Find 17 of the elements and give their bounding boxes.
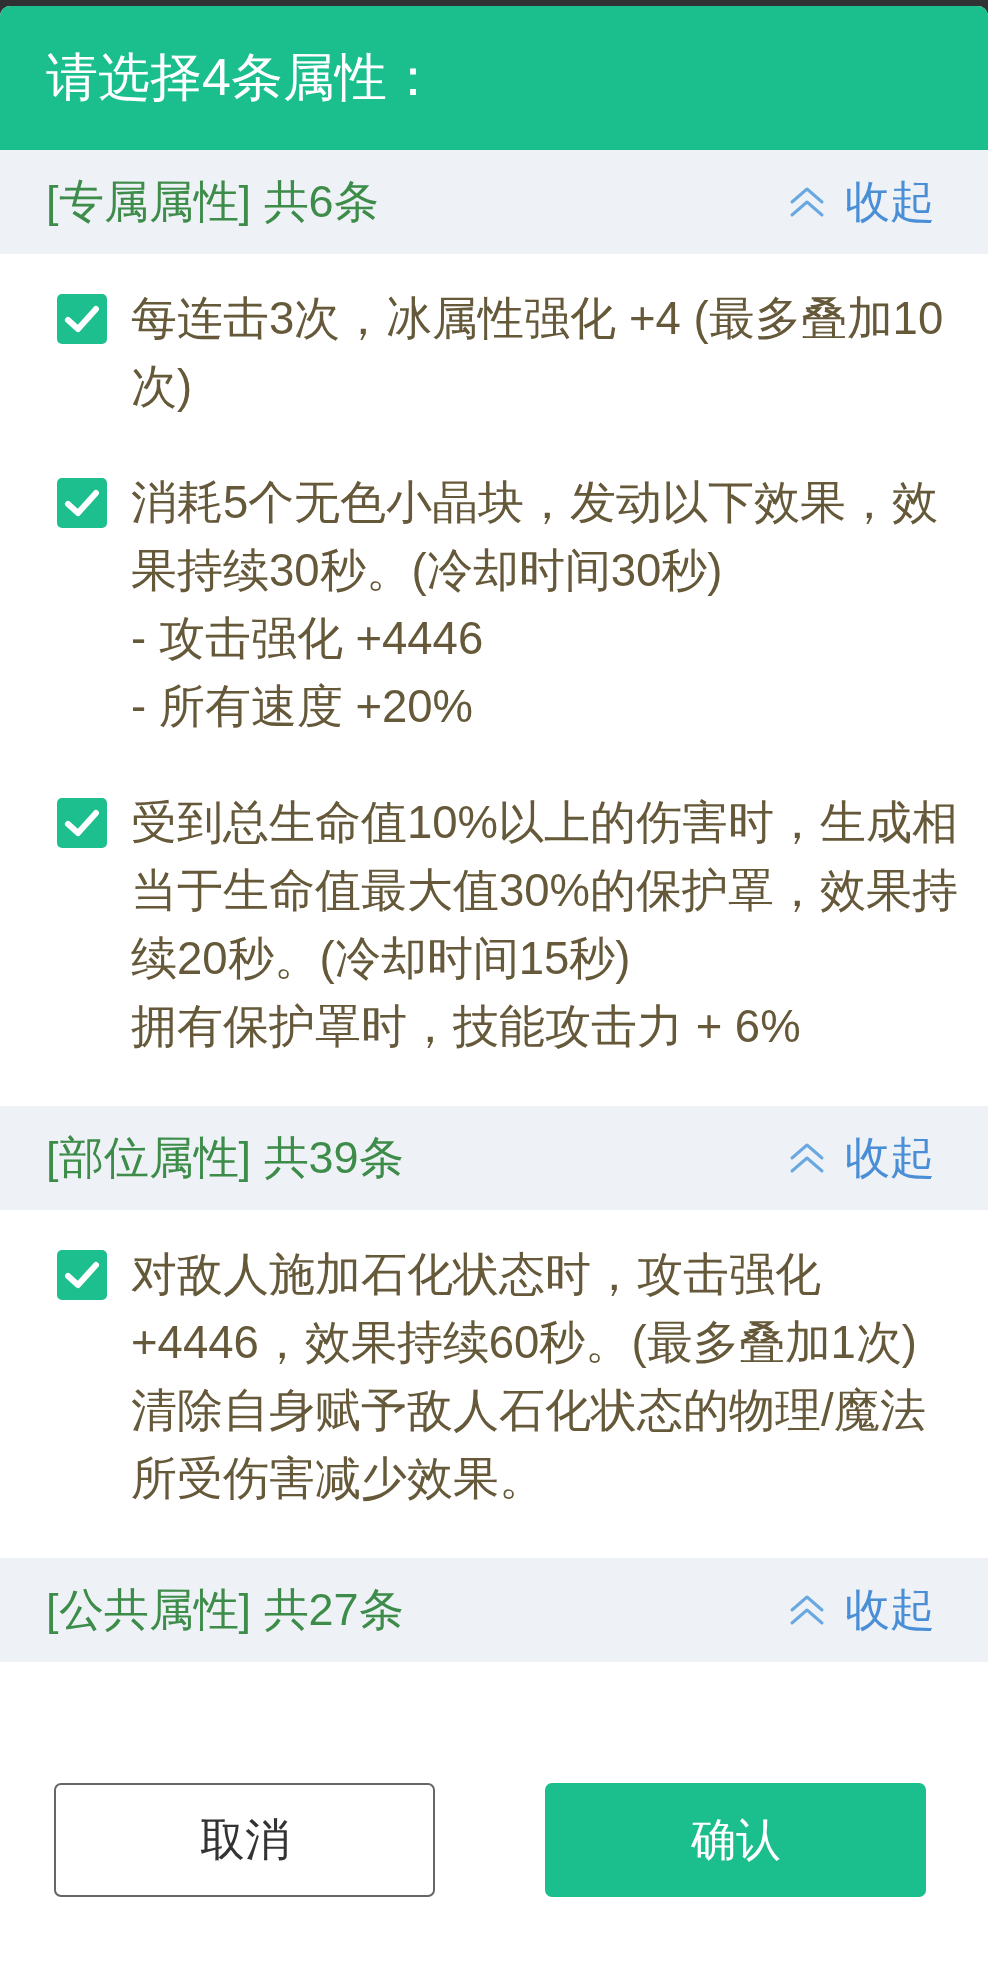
checkbox[interactable]	[57, 294, 107, 344]
attribute-text: 受到总生命值10%以上的伤害时，生成相当于生命值最大值30%的保护罩，效果持续20秒。(冷却时间15秒) 拥有保护罩时，技能攻击力 + 6%	[131, 796, 960, 1054]
collapse-button[interactable]: 收起	[789, 172, 935, 232]
attribute-text: 对敌人施加石化状态时，攻击强化 +4446，效果持续60秒。(最多叠加1次) 清除自身赋予敌人石化状态的物理/魔法所受伤害减少效果。	[131, 1248, 927, 1506]
collapse-button[interactable]: 收起	[789, 1128, 935, 1188]
collapse-button[interactable]: 收起	[789, 1580, 935, 1640]
confirm-button[interactable]: 确认	[545, 1783, 926, 1897]
checkbox[interactable]	[57, 478, 107, 528]
section-title: [公共属性] 共27条	[46, 1583, 404, 1637]
cancel-button[interactable]: 取消	[54, 1783, 435, 1897]
attribute-text: 消耗5个无色小晶块，发动以下效果，效果持续30秒。(冷却时间30秒) - 攻击强化 +4446 - 所有速度 +20%	[131, 476, 940, 734]
section-title: [专属属性] 共6条	[46, 175, 379, 229]
dialog-title: 请选择4条属性：	[46, 47, 439, 108]
checkbox[interactable]	[57, 798, 107, 848]
section-title: [部位属性] 共39条	[46, 1131, 404, 1185]
checkbox[interactable]	[57, 1250, 107, 1300]
attribute-text: 每连击3次，冰属性强化 +4 (最多叠加10次)	[131, 292, 945, 414]
